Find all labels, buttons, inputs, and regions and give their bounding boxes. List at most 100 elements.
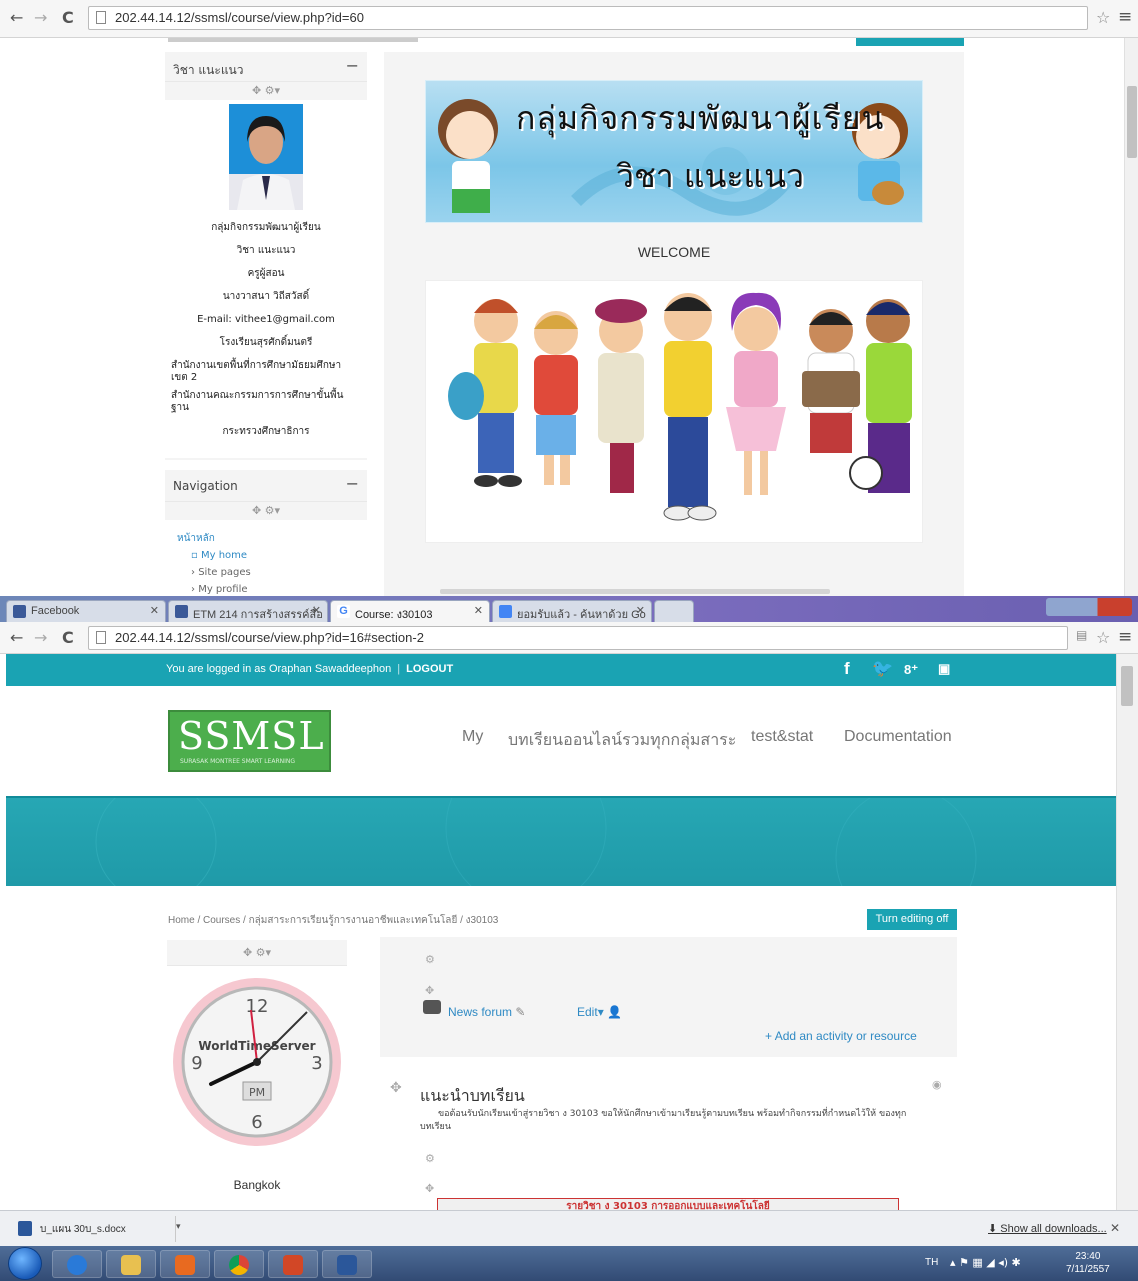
gear-icon[interactable]: ⚙: [425, 953, 435, 966]
edit-button-partial[interactable]: [856, 38, 964, 46]
clock-numeral-9: 9: [191, 1053, 202, 1074]
taskbar-ie[interactable]: [52, 1250, 102, 1278]
translate-icon[interactable]: ▤: [1076, 628, 1087, 642]
back-icon[interactable]: ←: [10, 8, 23, 27]
browser-toolbar-top: ← → C 202.44.14.12/ssmsl/course/view.php…: [0, 0, 1138, 38]
google-plus-icon[interactable]: 8⁺: [904, 662, 918, 678]
move-gear-icon[interactable]: ✥ ⚙▾: [165, 82, 367, 100]
band-pattern: [95, 747, 977, 929]
taskbar-media[interactable]: [160, 1250, 210, 1278]
google-search-icon: [499, 605, 512, 618]
forward-icon[interactable]: →: [34, 628, 47, 647]
taskbar-powerpoint[interactable]: [268, 1250, 318, 1278]
world-clock: 12 3 6 9 WorldTimeServer PM: [173, 978, 341, 1146]
news-forum-link[interactable]: News forum ✎: [448, 1005, 525, 1019]
nav-documentation[interactable]: Documentation: [844, 728, 952, 746]
close-tab-icon[interactable]: ✕: [312, 604, 321, 617]
nav-home-link[interactable]: หน้าหลัก: [171, 530, 361, 547]
word-doc-icon: [18, 1221, 32, 1236]
banner-subtitle: วิชา แนะแนว: [616, 157, 804, 195]
back-icon[interactable]: ←: [10, 628, 23, 647]
menu-icon[interactable]: ≡: [1118, 627, 1132, 647]
start-button[interactable]: [8, 1247, 42, 1280]
scroll-thumb[interactable]: [1127, 86, 1137, 158]
bookmark-star-icon[interactable]: ☆: [1096, 628, 1110, 647]
reload-icon[interactable]: C: [62, 8, 74, 27]
clock-city: Bangkok: [233, 1178, 281, 1192]
ssmsl-logo[interactable]: SSMSL SURASAK MONTREE SMART LEARNING: [168, 710, 331, 772]
move-gear-icon[interactable]: ✥ ⚙▾: [165, 502, 367, 520]
nav-item-my-home[interactable]: ▫ My home: [171, 547, 361, 564]
taskbar-word[interactable]: [322, 1250, 372, 1278]
taskbar-chrome[interactable]: [214, 1250, 264, 1278]
nav-online-lessons[interactable]: บทเรียนออนไลน์รวมทุกกลุ่มสาระ: [508, 728, 736, 753]
logged-in-text: You are logged in as Oraphan Sawaddeepho…: [166, 663, 392, 675]
bookmark-star-icon[interactable]: ☆: [1096, 8, 1110, 27]
minimize-icon[interactable]: −: [346, 56, 359, 75]
eye-icon[interactable]: ◉: [932, 1078, 942, 1091]
profile-line-teacher-label: ครูผู้สอน: [247, 268, 285, 279]
move-icon[interactable]: ✥: [425, 984, 434, 997]
breadcrumb[interactable]: Home / Courses / กลุ่มสาระการเรียนรู้การ…: [168, 913, 498, 928]
minimize-icon[interactable]: −: [346, 474, 359, 493]
twitter-icon[interactable]: 🐦: [872, 659, 893, 679]
browser-tab-strip: Facebook ✕ ETM 214 การสร้างสรรค์สื่อ ✕ G…: [0, 596, 1138, 622]
move-icon[interactable]: ✥: [390, 1080, 402, 1096]
facebook-icon[interactable]: f: [844, 659, 850, 679]
edit-menu[interactable]: Edit▾ 👤: [577, 1005, 622, 1019]
close-icon[interactable]: ✕: [1110, 1221, 1120, 1235]
edit-pencil-icon[interactable]: ✎: [515, 1005, 525, 1019]
horizontal-scrollbar[interactable]: [440, 589, 830, 594]
add-activity-link[interactable]: + Add an activity or resource: [765, 1029, 917, 1043]
page-icon: [96, 11, 106, 24]
folder-icon: [121, 1255, 141, 1275]
user-icon[interactable]: 👤: [607, 1005, 622, 1019]
turn-editing-off-button[interactable]: Turn editing off: [867, 909, 957, 930]
address-bar[interactable]: 202.44.14.12/ssmsl/course/view.php?id=16…: [88, 626, 1068, 650]
new-tab-button[interactable]: [654, 600, 694, 622]
tab-google-search[interactable]: ยอมรับแล้ว - ค้นหาด้วย Go ✕: [492, 600, 652, 622]
nav-test-stat[interactable]: test&stat: [751, 728, 813, 746]
word-icon: [337, 1255, 357, 1275]
close-tab-icon[interactable]: ✕: [636, 604, 645, 617]
youtube-icon[interactable]: ▣: [938, 661, 950, 677]
show-all-downloads-link[interactable]: ⬇ Show all downloads...: [988, 1222, 1107, 1235]
scroll-thumb[interactable]: [1121, 666, 1133, 706]
ie-icon: [67, 1255, 87, 1275]
window-controls[interactable]: [1046, 598, 1132, 616]
address-bar[interactable]: 202.44.14.12/ssmsl/course/view.php?id=60: [88, 6, 1088, 30]
facebook-icon: [13, 605, 26, 618]
clock-brand: WorldTimeServer: [198, 1039, 315, 1053]
nav-my[interactable]: My: [462, 728, 483, 746]
section-image: รายวิชา ง 30103 การออกแบบและเทคโนโลยี: [437, 1198, 899, 1210]
profile-line-teacher-name: นางวาสนา วิถีสวัสดิ์: [222, 291, 310, 302]
reload-icon[interactable]: C: [62, 628, 74, 647]
page-icon: [96, 631, 106, 644]
tab-etm214[interactable]: ETM 214 การสร้างสรรค์สื่อ ✕: [168, 600, 328, 622]
vertical-scrollbar[interactable]: [1116, 654, 1138, 1210]
profile-line-ministry: กระทรวงศึกษาธิการ: [222, 426, 310, 437]
chevron-down-icon[interactable]: ▾: [176, 1221, 181, 1232]
breadcrumb-partial: [168, 38, 418, 42]
tray-language[interactable]: TH: [925, 1257, 938, 1268]
tray-clock[interactable]: 23:40 7/11/2557: [1066, 1250, 1110, 1276]
move-gear-icon[interactable]: ✥ ⚙▾: [167, 940, 347, 966]
download-item[interactable]: บ_แผน 30บ_s.docx ▾: [8, 1216, 181, 1242]
header-band: [6, 747, 1116, 929]
profile-line-school: โรงเรียนสุรศักดิ์มนตรี: [219, 337, 313, 348]
tab-facebook[interactable]: Facebook ✕: [6, 600, 166, 622]
vertical-scrollbar[interactable]: [1124, 38, 1138, 596]
taskbar-explorer[interactable]: [106, 1250, 156, 1278]
gear-icon[interactable]: ⚙: [425, 1152, 435, 1165]
logout-link[interactable]: LOGOUT: [406, 663, 453, 675]
menu-icon[interactable]: ≡: [1118, 7, 1132, 27]
move-icon[interactable]: ✥: [425, 1182, 434, 1195]
close-tab-icon[interactable]: ✕: [474, 604, 483, 617]
clock-ampm: PM: [249, 1086, 265, 1099]
close-tab-icon[interactable]: ✕: [150, 604, 159, 617]
nav-item-site-pages[interactable]: › Site pages: [171, 564, 361, 581]
tab-course[interactable]: G Course: ง30103 ✕: [330, 600, 490, 622]
forward-icon[interactable]: →: [34, 8, 47, 27]
profile-line-email: E-mail: vithee1@gmail.com: [197, 314, 335, 325]
tray-icons[interactable]: ▴ ⚑ ▦ ◢ ◂) ✱: [950, 1256, 1021, 1269]
